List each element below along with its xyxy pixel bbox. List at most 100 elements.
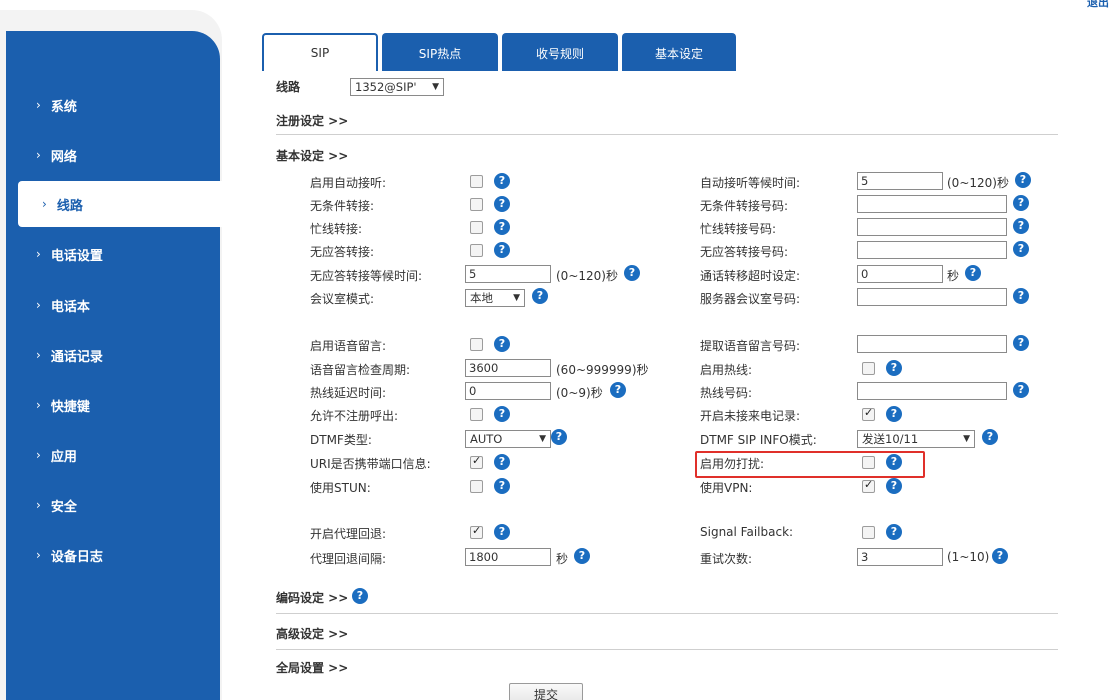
auto-answer-wait-unit: (0~120)秒 xyxy=(947,176,1009,190)
missed-call-log-checkbox[interactable] xyxy=(862,406,875,421)
help-icon[interactable]: ? xyxy=(982,429,998,445)
submit-button[interactable]: 提交 xyxy=(509,683,583,700)
help-icon[interactable]: ? xyxy=(992,548,1008,564)
signal-failback-checkbox[interactable] xyxy=(862,526,875,539)
help-icon[interactable]: ? xyxy=(1013,335,1029,351)
help-icon[interactable]: ? xyxy=(574,548,590,564)
sidebar-item-security[interactable]: › 安全 xyxy=(6,480,220,530)
noanswer-wait-unit: (0~120)秒 xyxy=(556,269,618,283)
sidebar-item-label: 应用 xyxy=(50,449,77,465)
sidebar-item-label: 安全 xyxy=(50,499,77,515)
sidebar-item-apps[interactable]: › 应用 xyxy=(6,430,220,480)
dropdown-arrow-icon: ▼ xyxy=(513,293,520,303)
sidebar-item-phonebook[interactable]: › 电话本 xyxy=(6,280,220,330)
highlight-box xyxy=(695,451,925,478)
dtmf-sip-info-label: DTMF SIP INFO模式: xyxy=(700,433,817,447)
help-icon[interactable]: ? xyxy=(965,265,981,281)
busy-forward-number-input[interactable] xyxy=(857,218,1007,236)
help-icon[interactable]: ? xyxy=(494,524,510,540)
help-icon[interactable]: ? xyxy=(886,406,902,422)
help-icon[interactable]: ? xyxy=(1013,382,1029,398)
auto-answer-checkbox[interactable] xyxy=(470,175,483,188)
auto-answer-wait-input[interactable]: 5 xyxy=(857,172,943,190)
help-icon[interactable]: ? xyxy=(1013,241,1029,257)
hotline-delay-label: 热线延迟时间: xyxy=(310,386,387,400)
help-icon[interactable]: ? xyxy=(494,406,510,422)
voicemail-number-label: 提取语音留言号码: xyxy=(700,339,801,353)
help-icon[interactable]: ? xyxy=(1013,195,1029,211)
voicemail-check-input[interactable]: 3600 xyxy=(465,359,551,377)
sidebar-item-network[interactable]: › 网络 xyxy=(6,130,220,180)
help-icon[interactable]: ? xyxy=(494,454,510,470)
unconditional-forward-number-label: 无条件转接号码: xyxy=(700,199,789,213)
voicemail-number-input[interactable] xyxy=(857,335,1007,353)
help-icon[interactable]: ? xyxy=(494,173,510,189)
sidebar-item-shortcut-keys[interactable]: › 快捷键 xyxy=(6,380,220,430)
retry-count-input[interactable]: 3 xyxy=(857,548,943,566)
sidebar-item-phone-settings[interactable]: › 电话设置 xyxy=(6,229,220,279)
use-vpn-checkbox[interactable] xyxy=(862,478,875,493)
busy-forward-checkbox[interactable] xyxy=(470,221,483,234)
noanswer-forward-checkbox[interactable] xyxy=(470,244,483,257)
section-basic-settings[interactable]: 基本设定 >> xyxy=(276,147,348,164)
unconditional-forward-checkbox[interactable] xyxy=(470,198,483,211)
proxy-fallback-label: 开启代理回退: xyxy=(310,527,387,541)
dtmf-sip-info-value: 发送10/11 xyxy=(862,432,919,446)
server-conference-number-input[interactable] xyxy=(857,288,1007,306)
transfer-timeout-input[interactable]: 0 xyxy=(857,265,943,283)
tab-bar: SIP SIP热点 收号规则 基本设定 xyxy=(262,33,736,71)
hotline-enable-checkbox[interactable] xyxy=(862,362,875,375)
help-icon[interactable]: ? xyxy=(610,382,626,398)
voicemail-enable-checkbox[interactable] xyxy=(470,338,483,351)
fallback-interval-input[interactable]: 1800 xyxy=(465,548,551,566)
sidebar-item-line[interactable]: › 线路 xyxy=(18,181,222,227)
dtmf-type-value: AUTO xyxy=(470,432,503,446)
allow-unregistered-checkbox[interactable] xyxy=(470,408,483,421)
conference-mode-select[interactable]: 本地 ▼ xyxy=(465,289,525,307)
help-icon[interactable]: ? xyxy=(886,478,902,494)
section-global-settings[interactable]: 全局设置 >> xyxy=(276,659,348,676)
help-icon[interactable]: ? xyxy=(494,478,510,494)
sidebar-item-device-log[interactable]: › 设备日志 xyxy=(6,530,220,580)
section-advanced-settings[interactable]: 高级设定 >> xyxy=(276,625,348,642)
corner-text[interactable]: 退出 xyxy=(1087,0,1109,10)
tab-sip-hotspot[interactable]: SIP热点 xyxy=(382,33,498,71)
tab-dial-rules[interactable]: 收号规则 xyxy=(502,33,618,71)
help-icon[interactable]: ? xyxy=(494,336,510,352)
noanswer-forward-number-input[interactable] xyxy=(857,241,1007,259)
help-icon[interactable]: ? xyxy=(494,196,510,212)
help-icon[interactable]: ? xyxy=(886,524,902,540)
dtmf-type-select[interactable]: AUTO ▼ xyxy=(465,430,551,448)
section-register-settings[interactable]: 注册设定 >> xyxy=(276,112,348,129)
uri-port-label: URI是否携带端口信息: xyxy=(310,457,431,471)
help-icon[interactable]: ? xyxy=(1013,288,1029,304)
tab-basic-settings[interactable]: 基本设定 xyxy=(622,33,736,71)
sidebar-item-call-log[interactable]: › 通话记录 xyxy=(6,330,220,380)
help-icon[interactable]: ? xyxy=(532,288,548,304)
voicemail-check-label: 语音留言检查周期: xyxy=(310,363,411,377)
help-icon[interactable]: ? xyxy=(886,360,902,376)
dtmf-sip-info-select[interactable]: 发送10/11 ▼ xyxy=(857,430,975,448)
help-icon[interactable]: ? xyxy=(551,429,567,445)
tab-sip[interactable]: SIP xyxy=(262,33,378,71)
section-codec-settings[interactable]: 编码设定 >> xyxy=(276,589,348,606)
unconditional-forward-number-input[interactable] xyxy=(857,195,1007,213)
help-icon[interactable]: ? xyxy=(1013,218,1029,234)
help-icon[interactable]: ? xyxy=(494,242,510,258)
proxy-fallback-checkbox[interactable] xyxy=(470,524,483,539)
hotline-delay-input[interactable]: 0 xyxy=(465,382,551,400)
sidebar-item-system[interactable]: › 系统 xyxy=(6,80,220,130)
conference-mode-label: 会议室模式: xyxy=(310,292,375,306)
help-icon[interactable]: ? xyxy=(1015,172,1031,188)
help-icon[interactable]: ? xyxy=(494,219,510,235)
help-icon[interactable]: ? xyxy=(624,265,640,281)
noanswer-wait-input[interactable]: 5 xyxy=(465,265,551,283)
hotline-number-input[interactable] xyxy=(857,382,1007,400)
use-stun-checkbox[interactable] xyxy=(470,480,483,493)
line-select[interactable]: 1352@SIP' ▼ xyxy=(350,78,444,96)
uri-port-checkbox[interactable] xyxy=(470,454,483,469)
main-content: 线路 1352@SIP' ▼ 注册设定 >> 基本设定 >> 启用自动接听: ? … xyxy=(222,71,1109,700)
server-conference-number-label: 服务器会议室号码: xyxy=(700,292,801,306)
transfer-timeout-label: 通话转移超时设定: xyxy=(700,269,801,283)
help-icon[interactable]: ? xyxy=(352,588,368,604)
